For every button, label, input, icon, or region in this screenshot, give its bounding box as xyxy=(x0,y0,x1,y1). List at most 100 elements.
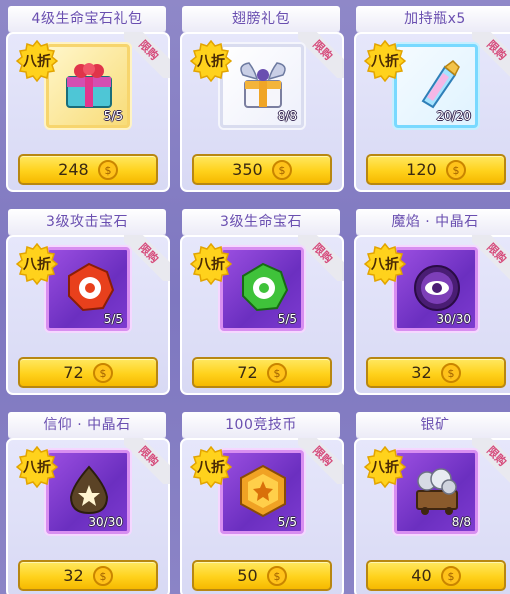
gift-box-icon xyxy=(66,63,112,108)
svg-text:$: $ xyxy=(273,367,280,380)
price-value: 350 xyxy=(232,160,263,179)
discount-badge: 八折 xyxy=(16,40,58,82)
svg-text:$: $ xyxy=(99,570,106,583)
item-panel: 限购 8/8 八折 40 $ xyxy=(354,438,510,594)
discount-badge: 八折 xyxy=(16,446,58,488)
arena-coin-icon xyxy=(240,464,286,518)
price-value: 40 xyxy=(411,566,432,585)
item-title: 翅膀礼包 xyxy=(182,6,340,32)
discount-badge: 八折 xyxy=(190,40,232,82)
buy-price-button[interactable]: 40 $ xyxy=(366,560,506,591)
shop-item-card[interactable]: 100竞技币 限购 5/5 八折 50 $ xyxy=(180,406,346,594)
price-value: 32 xyxy=(411,363,432,382)
limited-ribbon: 限购 xyxy=(298,235,344,281)
discount-badge: 八折 xyxy=(364,40,406,82)
item-slot[interactable]: 20/20 xyxy=(394,44,478,128)
buy-price-button[interactable]: 32 $ xyxy=(366,357,506,388)
discount-badge: 八折 xyxy=(16,243,58,285)
faith-crystal-icon xyxy=(69,465,109,515)
stock-count: 5/5 xyxy=(277,515,297,529)
gold-coin-icon: $ xyxy=(271,159,292,180)
discount-badge: 八折 xyxy=(190,446,232,488)
svg-text:$: $ xyxy=(99,367,106,380)
red-attack-gem-icon xyxy=(68,262,115,312)
item-title: 4级生命宝石礼包 xyxy=(8,6,166,32)
stock-count: 5/5 xyxy=(103,109,123,123)
item-slot[interactable]: 5/5 xyxy=(46,247,130,331)
item-panel: 限购 20/20 八折 120 $ xyxy=(354,32,510,192)
item-slot[interactable]: 30/30 xyxy=(394,247,478,331)
item-panel: 限购 30/30 八折 32 $ xyxy=(354,235,510,395)
limited-ribbon: 限购 xyxy=(124,32,170,78)
item-slot[interactable]: 5/5 xyxy=(46,44,130,128)
item-panel: 限购 30/30 八折 32 $ xyxy=(6,438,170,594)
svg-text:$: $ xyxy=(104,164,111,177)
gold-coin-icon: $ xyxy=(440,362,461,383)
shop-item-card[interactable]: 银矿 限购 8/8 八折 40 $ xyxy=(354,406,510,594)
winged-gift-box-icon xyxy=(240,62,286,108)
item-slot[interactable]: 5/5 xyxy=(220,450,304,534)
item-panel: 限购 5/5 八折 248 $ xyxy=(6,32,170,192)
discount-badge: 八折 xyxy=(190,243,232,285)
svg-text:$: $ xyxy=(273,570,280,583)
item-title: 加持瓶x5 xyxy=(356,6,510,32)
gold-coin-icon: $ xyxy=(92,362,113,383)
item-slot[interactable]: 5/5 xyxy=(220,247,304,331)
item-panel: 限购 5/5 八折 72 $ xyxy=(180,235,344,395)
buy-price-button[interactable]: 72 $ xyxy=(192,357,332,388)
item-title: 信仰 · 中晶石 xyxy=(8,412,166,438)
discount-badge: 八折 xyxy=(364,243,406,285)
green-life-gem-icon xyxy=(242,262,289,312)
price-value: 72 xyxy=(63,363,84,382)
shop-item-card[interactable]: 魔焰 · 中晶石 限购 30/30 八折 32 $ xyxy=(354,203,510,398)
buy-price-button[interactable]: 120 $ xyxy=(366,154,506,185)
enchant-bottle-icon xyxy=(421,60,460,109)
shop-item-card[interactable]: 3级生命宝石 限购 5/5 八折 72 $ xyxy=(180,203,346,398)
gold-coin-icon: $ xyxy=(97,159,118,180)
shop-item-card[interactable]: 3级攻击宝石 限购 5/5 八折 72 $ xyxy=(6,203,172,398)
stock-count: 8/8 xyxy=(277,109,297,123)
price-value: 72 xyxy=(237,363,258,382)
price-value: 50 xyxy=(237,566,258,585)
item-title: 3级生命宝石 xyxy=(182,209,340,235)
gold-coin-icon: $ xyxy=(92,565,113,586)
item-slot[interactable]: 30/30 xyxy=(46,450,130,534)
shop-item-card[interactable]: 翅膀礼包 限购 8/8 八折 350 $ xyxy=(180,0,346,195)
shop-item-card[interactable]: 信仰 · 中晶石 限购 30/30 八折 32 $ xyxy=(6,406,172,594)
svg-text:$: $ xyxy=(278,164,285,177)
gold-coin-icon: $ xyxy=(440,565,461,586)
stock-count: 5/5 xyxy=(103,312,123,326)
item-panel: 限购 5/5 八折 50 $ xyxy=(180,438,344,594)
item-title: 3级攻击宝石 xyxy=(8,209,166,235)
shop-item-card[interactable]: 加持瓶x5 限购 20/20 八折 120 $ xyxy=(354,0,510,195)
buy-price-button[interactable]: 72 $ xyxy=(18,357,158,388)
silver-ore-cart-icon xyxy=(416,468,458,515)
price-value: 32 xyxy=(63,566,84,585)
item-panel: 限购 5/5 八折 72 $ xyxy=(6,235,170,395)
item-panel: 限购 8/8 八折 350 $ xyxy=(180,32,344,192)
shop-grid: 4级生命宝石礼包 限购 5/5 八折 248 $ 翅膀礼包 限购 8/8 八折 … xyxy=(0,0,510,594)
buy-price-button[interactable]: 50 $ xyxy=(192,560,332,591)
shop-item-card[interactable]: 4级生命宝石礼包 限购 5/5 八折 248 $ xyxy=(6,0,172,195)
limited-ribbon: 限购 xyxy=(124,235,170,281)
price-value: 120 xyxy=(406,160,437,179)
price-value: 248 xyxy=(58,160,89,179)
limited-ribbon: 限购 xyxy=(298,32,344,78)
discount-badge: 八折 xyxy=(364,446,406,488)
svg-text:$: $ xyxy=(447,367,454,380)
gold-coin-icon: $ xyxy=(266,362,287,383)
eye-crystal-icon xyxy=(414,265,460,311)
buy-price-button[interactable]: 350 $ xyxy=(192,154,332,185)
svg-text:$: $ xyxy=(447,570,454,583)
gold-coin-icon: $ xyxy=(445,159,466,180)
svg-text:$: $ xyxy=(452,164,459,177)
buy-price-button[interactable]: 32 $ xyxy=(18,560,158,591)
stock-count: 30/30 xyxy=(88,515,123,529)
item-title: 魔焰 · 中晶石 xyxy=(356,209,510,235)
item-title: 银矿 xyxy=(356,412,510,438)
stock-count: 30/30 xyxy=(436,312,471,326)
buy-price-button[interactable]: 248 $ xyxy=(18,154,158,185)
item-slot[interactable]: 8/8 xyxy=(220,44,304,128)
item-slot[interactable]: 8/8 xyxy=(394,450,478,534)
gold-coin-icon: $ xyxy=(266,565,287,586)
